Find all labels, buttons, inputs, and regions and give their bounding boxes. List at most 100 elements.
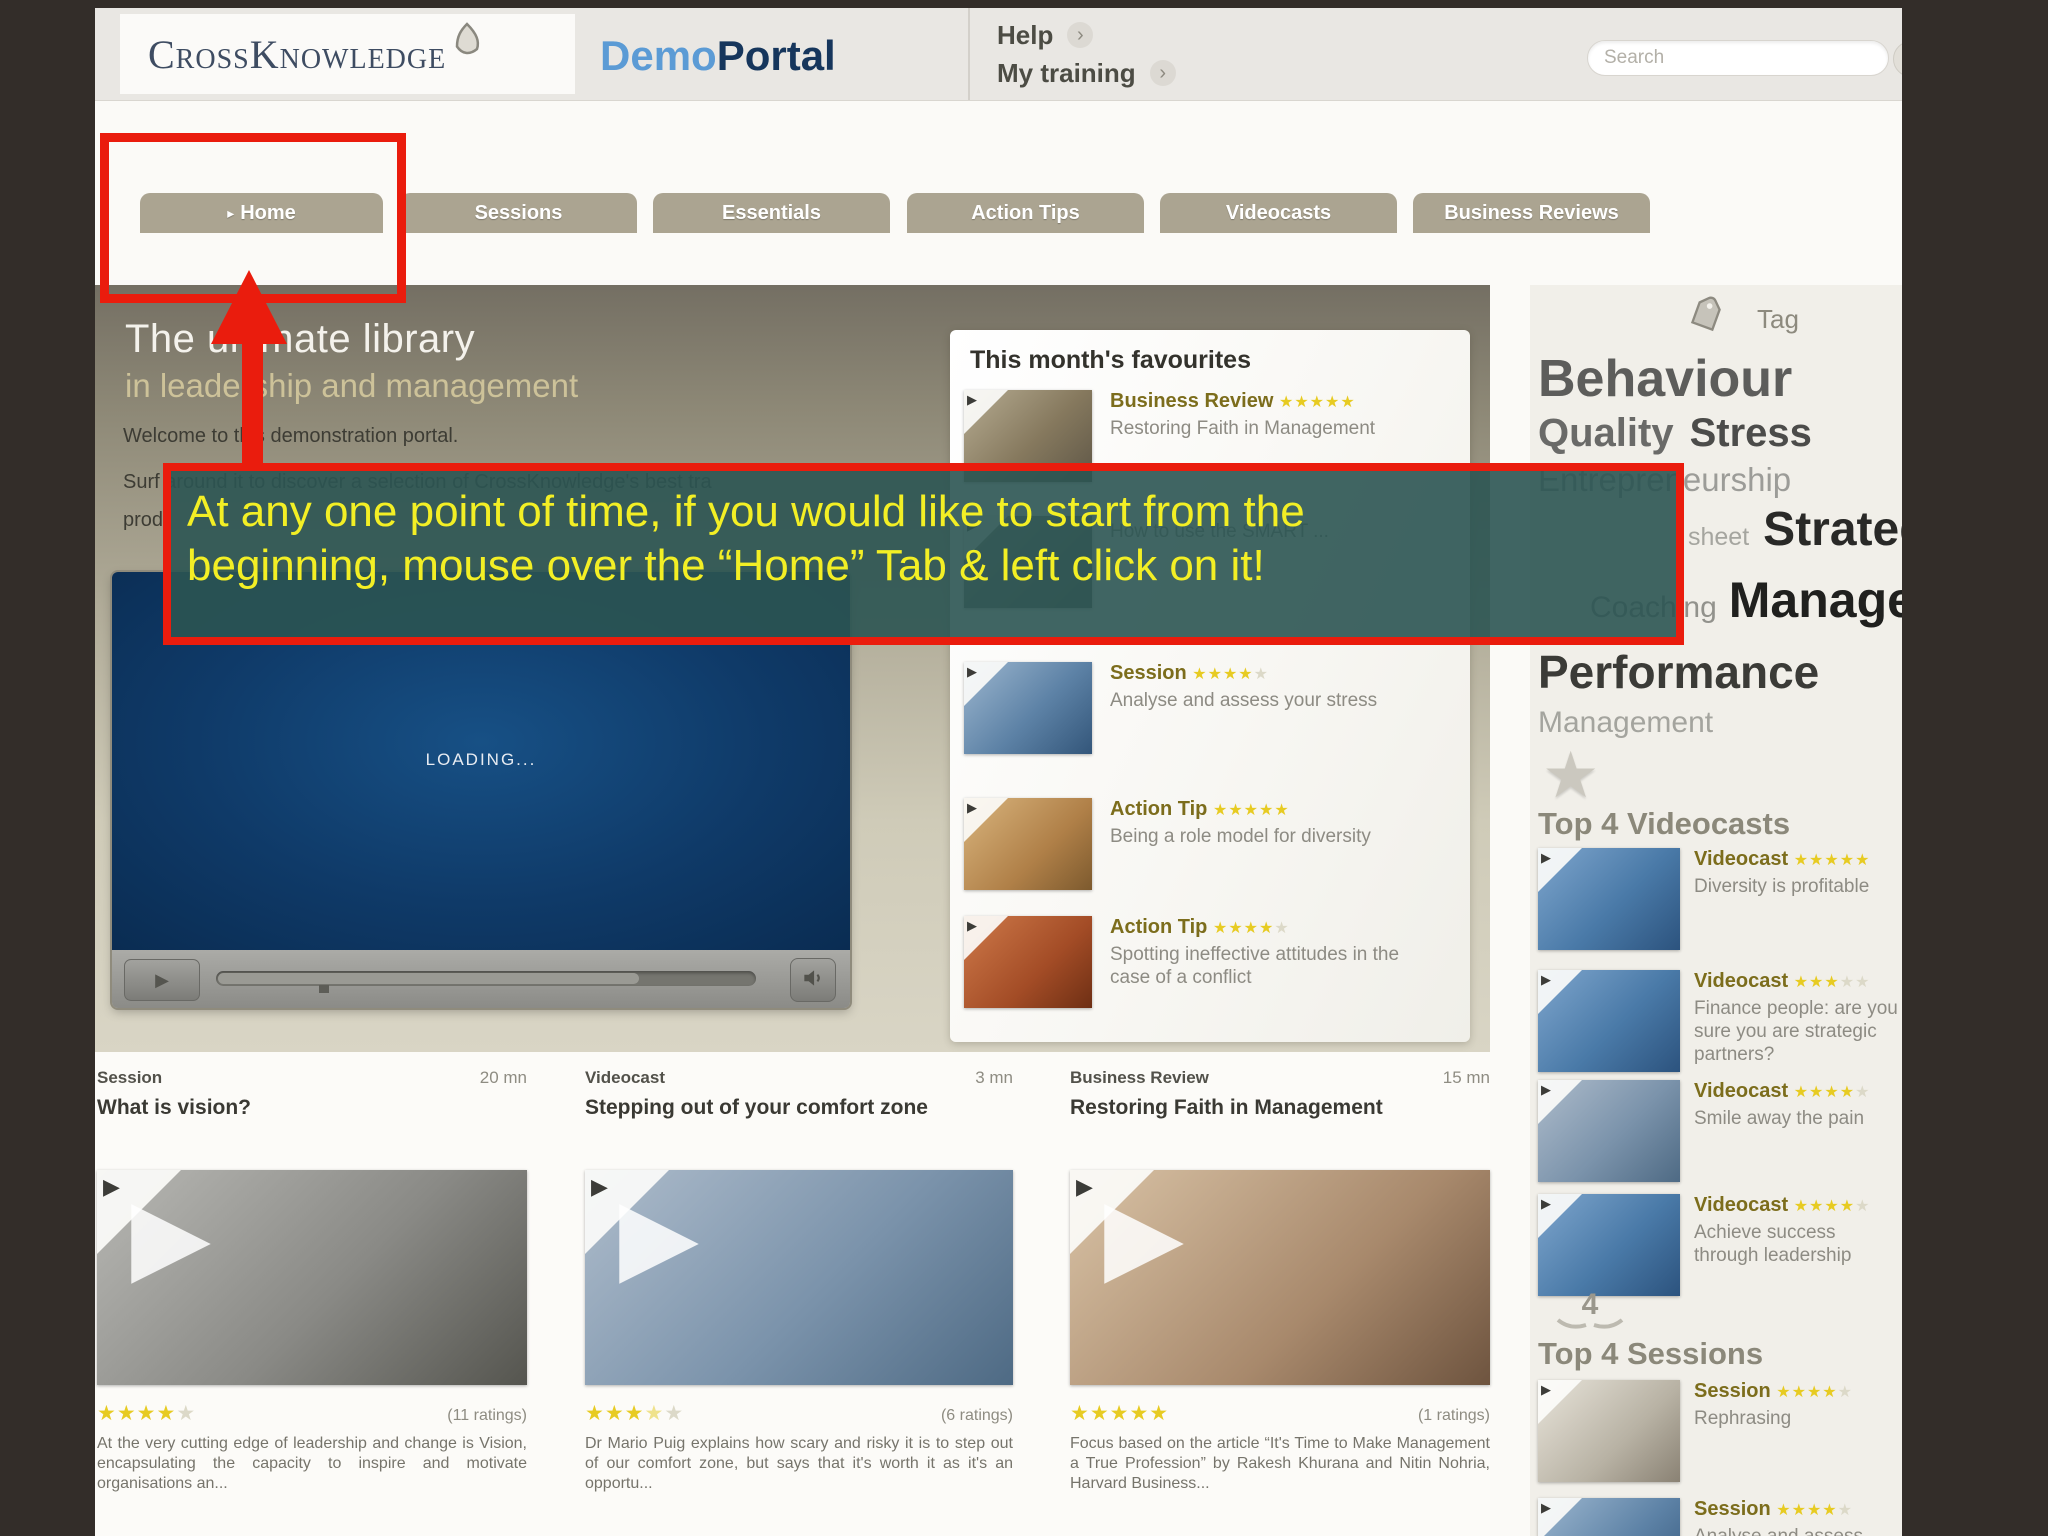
rating-count: (1 ratings) bbox=[1417, 1407, 1490, 1424]
tag-manager[interactable]: Manager bbox=[1729, 569, 1902, 631]
my-training-link[interactable]: My training › bbox=[997, 54, 1176, 92]
tag-performance[interactable]: Performance bbox=[1538, 644, 1819, 700]
product-demo: Demo bbox=[600, 32, 717, 79]
rating-count: (11 ratings) bbox=[447, 1407, 527, 1424]
product-title: DemoPortal bbox=[600, 32, 836, 80]
tab-videocasts[interactable]: Videocasts bbox=[1160, 193, 1397, 233]
star-icon: ★ bbox=[1542, 739, 1600, 811]
annotation-callout: At any one point of time, if you would l… bbox=[163, 463, 1684, 645]
item-title: Diversity is profitable bbox=[1694, 876, 1870, 897]
logo-pebble-icon bbox=[452, 21, 482, 62]
item-thumbnail[interactable] bbox=[1538, 1380, 1680, 1482]
hero-subtitle: in leadership and management bbox=[125, 367, 579, 404]
card-description: Dr Mario Puig explains how scary and ris… bbox=[585, 1435, 1013, 1492]
favourites-title: This month's favourites bbox=[970, 346, 1251, 374]
item-thumbnail[interactable] bbox=[1538, 1498, 1680, 1536]
progress-fill bbox=[218, 973, 640, 984]
item-title: Restoring Faith in Management bbox=[1110, 418, 1376, 439]
card-type: Session bbox=[97, 1068, 163, 1087]
rating-stars: ★★★★★ bbox=[1070, 1402, 1170, 1425]
card-duration: 15 mn bbox=[1442, 1068, 1490, 1087]
logo[interactable]: CrossKnowledge bbox=[120, 14, 575, 94]
rating-stars: ★★★★★ bbox=[1192, 666, 1269, 683]
search-input[interactable] bbox=[1587, 40, 1889, 76]
play-corner-icon bbox=[1538, 1080, 1582, 1124]
favourite-item[interactable]: Action Tip ★★★★★ Being a role model for … bbox=[964, 798, 1456, 890]
item-thumbnail[interactable] bbox=[1538, 970, 1680, 1072]
content-card[interactable]: Business Review 15 mn Restoring Faith in… bbox=[1070, 1068, 1490, 1494]
play-button[interactable]: ▶ bbox=[124, 959, 200, 1001]
item-title: Spotting ineffective attitudes in the ca… bbox=[1110, 944, 1400, 988]
item-title: Rephrasing bbox=[1694, 1408, 1792, 1429]
rating-stars: ★★★★★ bbox=[1793, 974, 1871, 991]
card-thumbnail[interactable]: ▶ bbox=[585, 1170, 1013, 1385]
item-thumbnail[interactable] bbox=[964, 798, 1092, 890]
item-title: Analyse and assess your stress bbox=[1110, 690, 1378, 711]
tab-business-reviews[interactable]: Business Reviews bbox=[1413, 193, 1650, 233]
rating-stars: ★★★★★ bbox=[97, 1402, 197, 1425]
progress-bar[interactable] bbox=[216, 971, 756, 993]
tab-action-tips[interactable]: Action Tips bbox=[907, 193, 1144, 233]
help-link[interactable]: Help › bbox=[997, 16, 1176, 54]
item-title: Being a role model for diversity bbox=[1110, 826, 1371, 847]
progress-knob[interactable] bbox=[318, 985, 329, 993]
item-thumbnail[interactable] bbox=[964, 916, 1092, 1008]
item-thumbnail[interactable] bbox=[1538, 1194, 1680, 1296]
rating-stars: ★★★★★ bbox=[1776, 1384, 1853, 1401]
favourites-panel: This month's favourites Business Review … bbox=[950, 330, 1470, 1042]
tag-stress[interactable]: Stress bbox=[1690, 408, 1812, 458]
play-icon: ▶ bbox=[619, 1178, 699, 1294]
videocast-item[interactable]: Videocast ★★★★★ Smile away the pain bbox=[1538, 1080, 1900, 1182]
hero-surf-text-2: prod bbox=[123, 509, 164, 531]
card-thumbnail[interactable]: ▶ bbox=[1070, 1170, 1490, 1385]
rating-count: (6 ratings) bbox=[940, 1407, 1013, 1424]
content-card[interactable]: Session 20 mn What is vision? ▶ ★★★★★ (1… bbox=[97, 1068, 527, 1494]
play-icon: ▶ bbox=[131, 1178, 211, 1294]
tag-label: Tag bbox=[1757, 304, 1799, 334]
card-thumbnail[interactable]: ▶ bbox=[97, 1170, 527, 1385]
videocast-item[interactable]: Videocast ★★★★★ Achieve success through … bbox=[1538, 1194, 1900, 1296]
search-ok-button[interactable]: ok bbox=[1893, 41, 1902, 77]
card-duration: 20 mn bbox=[479, 1068, 527, 1087]
item-thumbnail[interactable] bbox=[964, 662, 1092, 754]
videocast-item[interactable]: Videocast ★★★★★ Finance people: are you … bbox=[1538, 970, 1900, 1072]
videocast-item[interactable]: Videocast ★★★★★ Diversity is profitable bbox=[1538, 848, 1900, 950]
card-description: At the very cutting edge of leadership a… bbox=[97, 1435, 527, 1492]
card-title: Stepping out of your comfort zone bbox=[585, 1096, 928, 1119]
item-title: Analyse and assess your stress bbox=[1694, 1525, 1900, 1536]
tab-essentials[interactable]: Essentials bbox=[653, 193, 890, 233]
volume-button[interactable] bbox=[790, 958, 836, 1002]
play-corner-icon bbox=[1538, 848, 1582, 892]
loading-text: LOADING... bbox=[425, 750, 537, 769]
chevron-right-icon: › bbox=[1067, 22, 1094, 48]
favourite-item[interactable]: Action Tip ★★★★★ Spotting ineffective at… bbox=[964, 916, 1456, 1008]
tab-sessions[interactable]: Sessions bbox=[400, 193, 637, 233]
session-item[interactable]: Session ★★★★★ Analyse and assess your st… bbox=[1538, 1498, 1900, 1536]
rating-stars: ★★★★★ bbox=[1212, 920, 1290, 937]
tag-strategy[interactable]: Strategy bbox=[1763, 502, 1902, 558]
annotation-text-line2: beginning, mouse over the “Home” Tab & l… bbox=[187, 541, 1265, 590]
play-corner-icon bbox=[964, 916, 1008, 960]
portal-window: CrossKnowledge DemoPortal Help › My trai… bbox=[95, 8, 1902, 1536]
hero-title: The ultimate library bbox=[125, 317, 476, 361]
product-portal: Portal bbox=[716, 32, 836, 79]
content-card[interactable]: Videocast 3 mn Stepping out of your comf… bbox=[585, 1068, 1013, 1494]
item-thumbnail[interactable] bbox=[1538, 848, 1680, 950]
session-item[interactable]: Session ★★★★★ Rephrasing bbox=[1538, 1380, 1900, 1482]
tag-sheet[interactable]: sheet bbox=[1688, 509, 1749, 565]
favourite-item[interactable]: Session ★★★★★ Analyse and assess your st… bbox=[964, 662, 1456, 754]
item-thumbnail[interactable] bbox=[1538, 1080, 1680, 1182]
chevron-right-icon: › bbox=[1149, 60, 1176, 86]
play-corner-icon bbox=[1538, 1194, 1582, 1238]
tag-behaviour[interactable]: Behaviour bbox=[1538, 350, 1792, 408]
play-corner-icon bbox=[964, 390, 1008, 434]
logo-text: CrossKnowledge bbox=[148, 31, 447, 77]
header-divider bbox=[968, 8, 970, 100]
top4-laurel-icon: 4 bbox=[1550, 1286, 1630, 1337]
tag-quality[interactable]: Quality bbox=[1538, 408, 1674, 458]
rating-stars: ★★★★★ bbox=[585, 1402, 685, 1425]
top-videocasts-title: Top 4 Videocasts bbox=[1538, 806, 1791, 841]
card-type: Videocast bbox=[585, 1068, 666, 1087]
header-nav: Help › My training › bbox=[997, 16, 1176, 92]
play-corner-icon bbox=[964, 662, 1008, 706]
